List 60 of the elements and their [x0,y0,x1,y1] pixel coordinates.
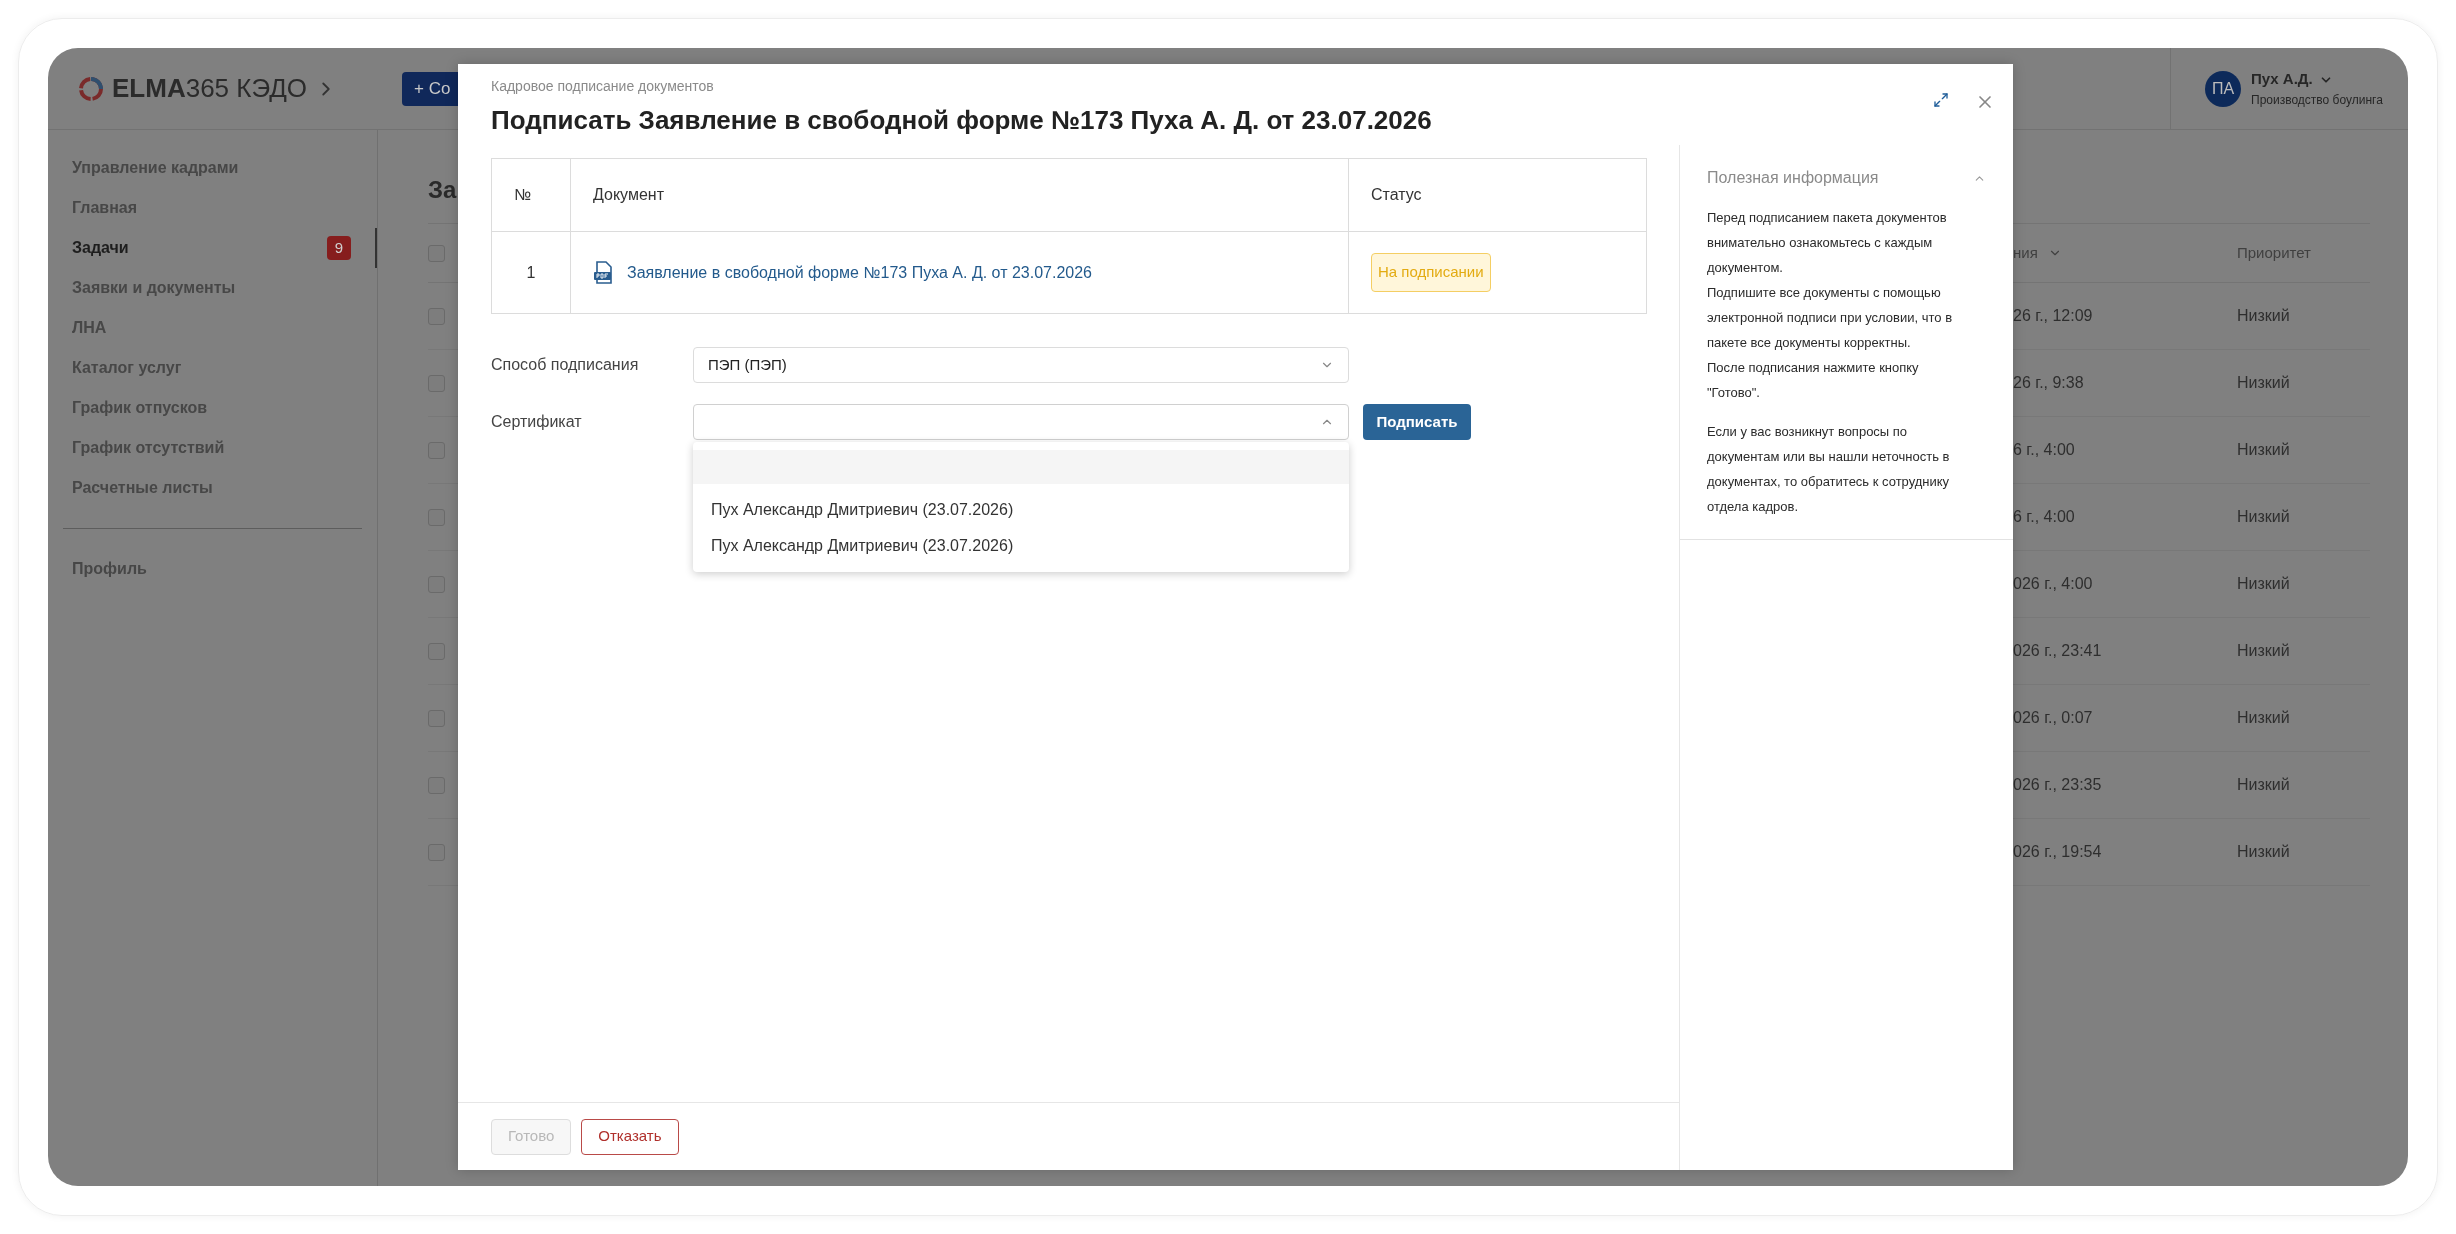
column-header[interactable]: Приоритет [2237,241,2370,265]
column-header: № [514,185,532,205]
column-header: Документ [593,185,664,205]
dialog-subtitle: Кадровое подписание документов [491,77,715,96]
expand-icon[interactable] [1933,92,1949,108]
info-text: Перед подписанием пакета документов внимательно ознакомьтесь с каждым документом. [1707,209,1948,277]
dialog-title: Подписать Заявление в свободной форме №173 Пуха А. Д. от 23.07.2026 [491,104,1433,137]
status-badge: На подписании [1371,253,1491,292]
table-cell-text: 26 г., 9:38 [2013,373,2085,393]
sidebar-item[interactable]: Расчетные листы [48,468,377,508]
info-text: Подпишите все документы с помощью электронной подписи при условии, что в пакете все документы корректны. [1707,284,1954,352]
sidebar-item[interactable]: Главная [48,188,377,228]
table-cell-text: 6 г., 4:00 [2013,507,2076,527]
table-cell-text: Низкий [2237,708,2291,728]
sidebar-item[interactable]: График отпусков [48,388,377,428]
table-cell-text: 6 г., 4:00 [2013,440,2076,460]
table-cell-text: Низкий [2237,775,2291,795]
sidebar-item[interactable]: Профиль [48,549,377,589]
table-cell-text: Низкий [2237,373,2291,393]
sidebar-item[interactable]: Задачи 9 [48,228,377,268]
user-avatar[interactable]: ПА [2205,70,2241,107]
table-cell-text: Низкий [2237,641,2291,661]
table-cell-text: Низкий [2237,507,2291,527]
table-cell-text: Низкий [2237,574,2291,594]
sidebar-item[interactable]: Каталог услуг [48,348,377,388]
dropdown-option[interactable]: Пух Александр Дмитриевич (23.07.2026) [693,492,1349,528]
footer-button[interactable]: Отказать [581,1118,679,1155]
pdf-file-icon [593,260,615,285]
document-link[interactable]: Заявление в свободной форме №173 Пуха А. Д. от 23.07.2026 [627,260,1092,285]
sign-button[interactable]: Подписать [1363,404,1471,440]
table-cell-text: 026 г., 23:41 [2013,641,2103,661]
panel-title[interactable]: Полезная информация [1707,166,1879,190]
column-header[interactable]: ния [2013,241,2038,265]
sidebar-item[interactable]: Управление кадрами [48,148,377,188]
info-text: Если у вас возникнут вопросы по документам или вы нашли неточность в документах, то обратитесь к сотруднику отдела кадров. [1707,423,1951,516]
field-label: Сертификат [491,412,583,432]
table-cell-text: Низкий [2237,842,2291,862]
column-header: Статус [1371,185,1422,205]
select-field[interactable]: ПЭП (ПЭП) [693,347,1349,383]
user-department: Производство боулинга [2251,91,2383,109]
page-title: За [428,176,457,203]
user-name[interactable]: Пух А.Д. [2251,68,2313,91]
dropdown-option[interactable]: Пух Александр Дмитриевич (23.07.2026) [693,528,1349,564]
app-name[interactable]: ELMA365 КЭДО [112,69,308,108]
table-cell-text: Низкий [2237,440,2291,460]
info-text: После подписания нажмите кнопку "Готово". [1707,359,1920,402]
table-cell-text: 026 г., 0:07 [2013,708,2094,728]
sidebar-item[interactable]: ЛНА [48,308,377,348]
count-badge: 9 [327,236,351,260]
logo-icon [78,75,104,102]
table-cell-text: 026 г., 4:00 [2013,574,2094,594]
select-field[interactable] [693,404,1349,440]
table-cell-text: 26 г., 12:09 [2013,306,2094,326]
table-cell-text: 1 [526,262,536,283]
field-label: Способ подписания [491,355,640,375]
sidebar-item[interactable]: График отсутствий [48,428,377,468]
table-cell-text: Низкий [2237,306,2291,326]
table-cell-text: 026 г., 23:35 [2013,775,2103,795]
table-cell-text: 026 г., 19:54 [2013,842,2103,862]
sidebar-item[interactable]: Заявки и документы [48,268,377,308]
